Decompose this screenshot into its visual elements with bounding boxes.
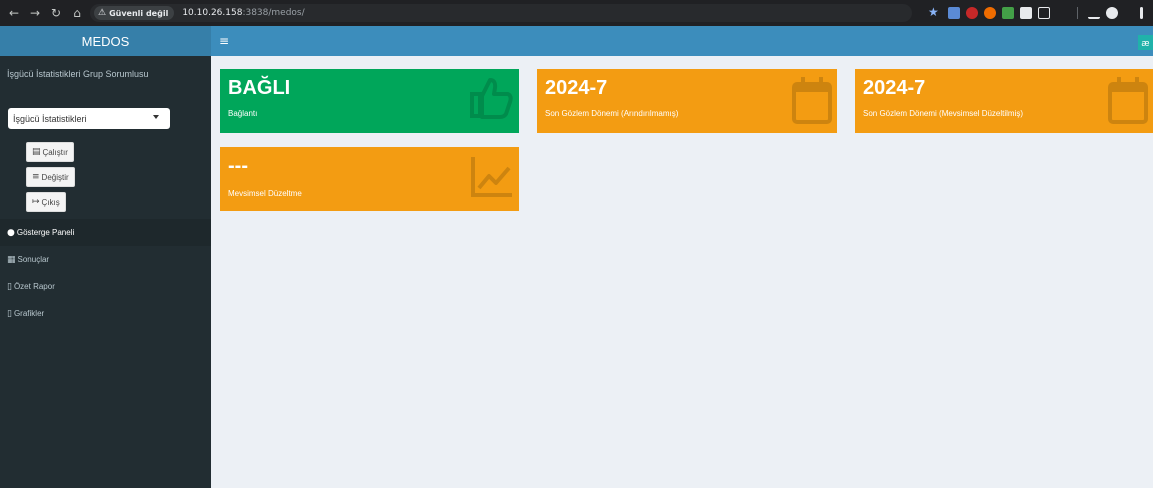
- extension-icon[interactable]: [984, 7, 996, 19]
- value-box-last-period-raw: 2024-7 Son Gözlem Dönemi (Arındırılmamış…: [537, 69, 837, 133]
- value-box-last-period-adjusted: 2024-7 Son Gözlem Dönemi (Mevsimsel Düze…: [855, 69, 1153, 133]
- value-box-value: BAĞLI: [228, 77, 291, 99]
- line-chart-icon: [471, 157, 512, 197]
- url-path: :3838/medos/: [242, 8, 305, 18]
- extension-icon[interactable]: [1002, 7, 1014, 19]
- sidebar-item-results[interactable]: ▦ Sonuçlar: [0, 246, 211, 273]
- kebab-menu-icon[interactable]: [1140, 7, 1143, 19]
- value-box-subtitle: Son Gözlem Dönemi (Arındırılmamış): [545, 109, 679, 118]
- value-box-seasonal-adjustment: --- Mevsimsel Düzeltme: [220, 147, 519, 211]
- sidebar-item-dashboard[interactable]: ● Gösterge Paneli: [0, 219, 211, 246]
- value-box-value: ---: [228, 155, 248, 177]
- home-icon[interactable]: ⌂: [69, 5, 85, 21]
- puzzle-icon[interactable]: [1038, 7, 1050, 19]
- info-circle-icon: ●: [7, 227, 15, 238]
- extension-icon[interactable]: [948, 7, 960, 19]
- calendar-icon: [1108, 77, 1148, 124]
- warning-icon: ⚠: [98, 8, 107, 18]
- back-arrow-icon[interactable]: ←: [6, 5, 22, 21]
- reload-icon[interactable]: ↻: [48, 5, 64, 21]
- profile-icon[interactable]: [1106, 7, 1118, 19]
- sidebar-item-summary-report[interactable]: ▯ Özet Rapor: [0, 273, 211, 300]
- bars-icon: ≡: [32, 172, 40, 182]
- file-icon: ▯: [7, 281, 12, 292]
- sign-out-icon: ↦: [32, 197, 40, 207]
- hamburger-icon[interactable]: ≡: [219, 34, 229, 48]
- sidebar: MEDOS İşgücü İstatistikleri Grup Sorumlu…: [0, 26, 211, 488]
- toolbar-divider: [1077, 7, 1078, 19]
- value-box-value: 2024-7: [545, 77, 608, 99]
- value-box-connection: BAĞLI Bağlantı: [220, 69, 519, 133]
- value-box-subtitle: Bağlantı: [228, 109, 258, 118]
- browser-toolbar: ← → ↻ ⌂ ⚠ Güvenli değil 10.10.26.158:383…: [0, 0, 1153, 26]
- value-box-subtitle: Mevsimsel Düzeltme: [228, 189, 302, 198]
- bookmark-star-icon[interactable]: ★: [928, 5, 939, 19]
- app-logo[interactable]: MEDOS: [0, 26, 211, 56]
- value-box-value: 2024-7: [863, 77, 926, 99]
- ae-badge[interactable]: æ: [1138, 35, 1153, 50]
- user-role-caption: İşgücü İstatistikleri Grup Sorumlusu: [7, 69, 149, 79]
- chevron-down-icon: [153, 115, 159, 119]
- group-select[interactable]: İşgücü İstatistikleri: [8, 108, 170, 129]
- group-select-value: İşgücü İstatistikleri: [13, 113, 87, 124]
- forward-arrow-icon[interactable]: →: [27, 5, 43, 21]
- url-host: 10.10.26.158: [182, 8, 243, 18]
- change-button[interactable]: ≡ Değiştir: [26, 167, 75, 187]
- address-bar[interactable]: ⚠ Güvenli değil 10.10.26.158:3838/medos/: [90, 4, 912, 22]
- file-icon: ▯: [7, 308, 12, 319]
- thumbs-up-icon: [470, 78, 513, 119]
- security-chip[interactable]: ⚠ Güvenli değil: [94, 6, 175, 20]
- download-icon[interactable]: [1088, 7, 1100, 19]
- extension-icon[interactable]: [966, 7, 978, 19]
- logout-button[interactable]: ↦ Çıkış: [26, 192, 66, 212]
- calculator-icon: ▤: [32, 147, 41, 157]
- calendar-icon: [792, 77, 832, 124]
- extension-icon[interactable]: [1020, 7, 1032, 19]
- run-button[interactable]: ▤ Çalıştır: [26, 142, 74, 162]
- table-icon: ▦: [7, 254, 16, 265]
- top-navbar: ≡ æ: [211, 26, 1153, 56]
- sidebar-item-charts[interactable]: ▯ Grafikler: [0, 300, 211, 327]
- value-box-subtitle: Son Gözlem Dönemi (Mevsimsel Düzeltilmiş…: [863, 109, 1024, 118]
